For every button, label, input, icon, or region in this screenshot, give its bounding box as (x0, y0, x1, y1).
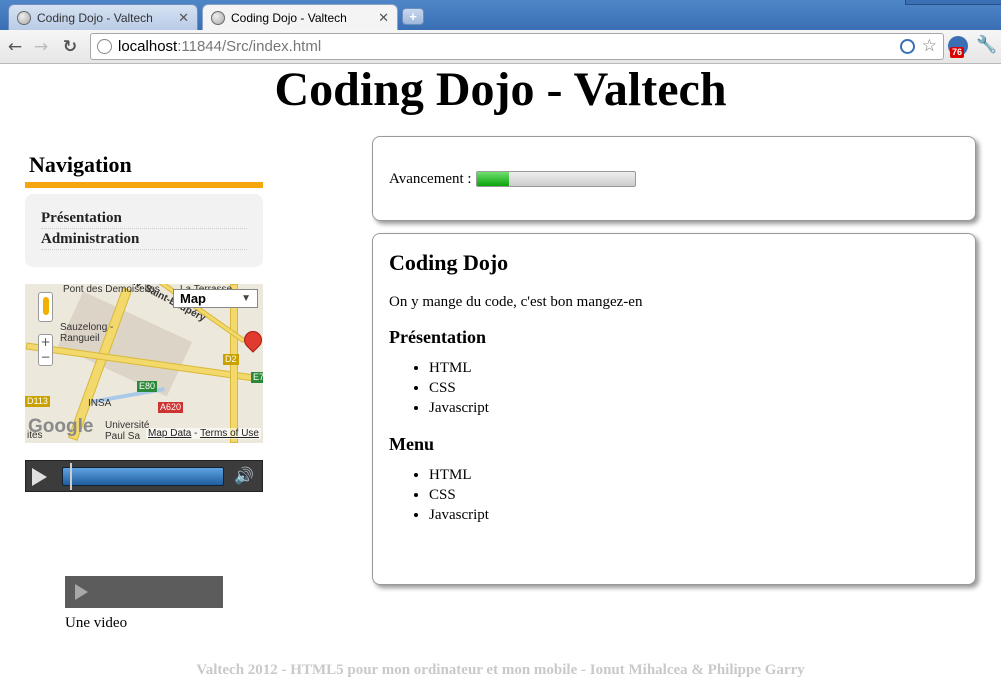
progress-label: Avancement : (389, 171, 472, 187)
list-item: HTML (429, 465, 959, 485)
volume-icon[interactable]: 🔊 (234, 466, 254, 485)
address-bar[interactable]: localhost:11844/Src/index.html ☆ (90, 33, 944, 60)
road-shield: D113 (25, 396, 50, 407)
wrench-icon[interactable]: 🔧 (976, 35, 997, 55)
progress-fill (477, 172, 509, 186)
terms-link[interactable]: Terms of Use (200, 428, 259, 439)
map-data-link[interactable]: Map Data (148, 428, 191, 439)
video-caption: Une video (65, 615, 128, 631)
window-controls[interactable] (905, 0, 1001, 5)
page-title: Coding Dojo - Valtech (274, 63, 727, 116)
star-icon[interactable]: ☆ (922, 36, 937, 56)
nav-link-administration[interactable]: Administration (41, 229, 247, 250)
nav-title: Navigation (25, 152, 263, 188)
map-type-select[interactable]: Map ▼ (173, 289, 258, 308)
progress-bar (476, 171, 636, 187)
road-shield: E72 (251, 372, 263, 383)
content-heading: Coding Dojo (389, 250, 509, 275)
list-item: CSS (429, 378, 959, 398)
tab-bar: Coding Dojo - Valtech ✕ Coding Dojo - Va… (0, 0, 1001, 30)
url-text: localhost:11844/Src/index.html (118, 38, 322, 55)
section-title: Présentation (389, 327, 486, 347)
content-panel: Coding Dojo On y mange du code, c'est bo… (372, 233, 976, 585)
list-item: Javascript (429, 505, 959, 525)
tab-inactive[interactable]: Coding Dojo - Valtech ✕ (8, 4, 198, 30)
page-content: Coding Dojo - Valtech Navigation Présent… (0, 64, 1001, 684)
close-icon[interactable]: ✕ (178, 10, 189, 26)
tab-label: Coding Dojo - Valtech (231, 10, 347, 25)
map-marker-icon[interactable] (240, 327, 263, 353)
browser-toolbar: ← → ↻ localhost:11844/Src/index.html ☆ 7… (0, 30, 1001, 64)
google-map[interactable]: Pont des Demoiselles Av. Saint-Exupéry L… (25, 284, 263, 443)
forward-icon[interactable]: → (30, 36, 52, 58)
map-label: Sauzelong - Rangueil (60, 322, 114, 344)
list-item: HTML (429, 358, 959, 378)
tab-label: Coding Dojo - Valtech (37, 10, 153, 25)
road-shield: E80 (137, 381, 158, 392)
audio-player: 🔊 (25, 460, 263, 492)
section-title: Menu (389, 434, 434, 454)
pegman-icon[interactable] (38, 292, 53, 322)
chevron-down-icon: ▼ (241, 293, 251, 304)
globe-icon (211, 10, 225, 25)
video-player[interactable] (65, 576, 223, 608)
seek-handle[interactable] (70, 463, 72, 490)
list-item: CSS (429, 485, 959, 505)
google-logo: Google (28, 416, 94, 437)
back-icon[interactable]: ← (4, 36, 26, 58)
list-item: Javascript (429, 398, 959, 418)
map-attribution: Map Data - Terms of Use (146, 428, 261, 439)
road-shield: A620 (158, 402, 184, 413)
globe-icon (17, 10, 31, 25)
nav-menu: Présentation Administration (25, 194, 263, 267)
footer-text: Valtech 2012 - HTML5 pour mon ordinateur… (196, 662, 805, 678)
road-shield: D2 (223, 354, 239, 365)
audio-seek-bar[interactable] (62, 467, 224, 486)
nav-link-presentation[interactable]: Présentation (41, 208, 247, 229)
close-icon[interactable]: ✕ (378, 10, 389, 26)
reload-icon[interactable]: ↻ (59, 36, 81, 58)
page-icon (97, 39, 112, 54)
target-icon[interactable] (900, 39, 915, 54)
map-label: INSA (88, 398, 112, 409)
tab-active[interactable]: Coding Dojo - Valtech ✕ (202, 4, 398, 30)
section-list: HTML CSS Javascript (389, 358, 959, 418)
section-list: HTML CSS Javascript (389, 465, 959, 525)
intro-text: On y mange du code, c'est bon mangez-en (389, 294, 643, 310)
extension-badge: 76 (950, 47, 965, 58)
new-tab-button[interactable]: + (402, 8, 424, 25)
progress-panel: Avancement : (372, 136, 976, 221)
play-icon[interactable] (32, 468, 47, 486)
play-icon[interactable] (75, 584, 88, 600)
zoom-control[interactable]: + − (38, 334, 53, 366)
